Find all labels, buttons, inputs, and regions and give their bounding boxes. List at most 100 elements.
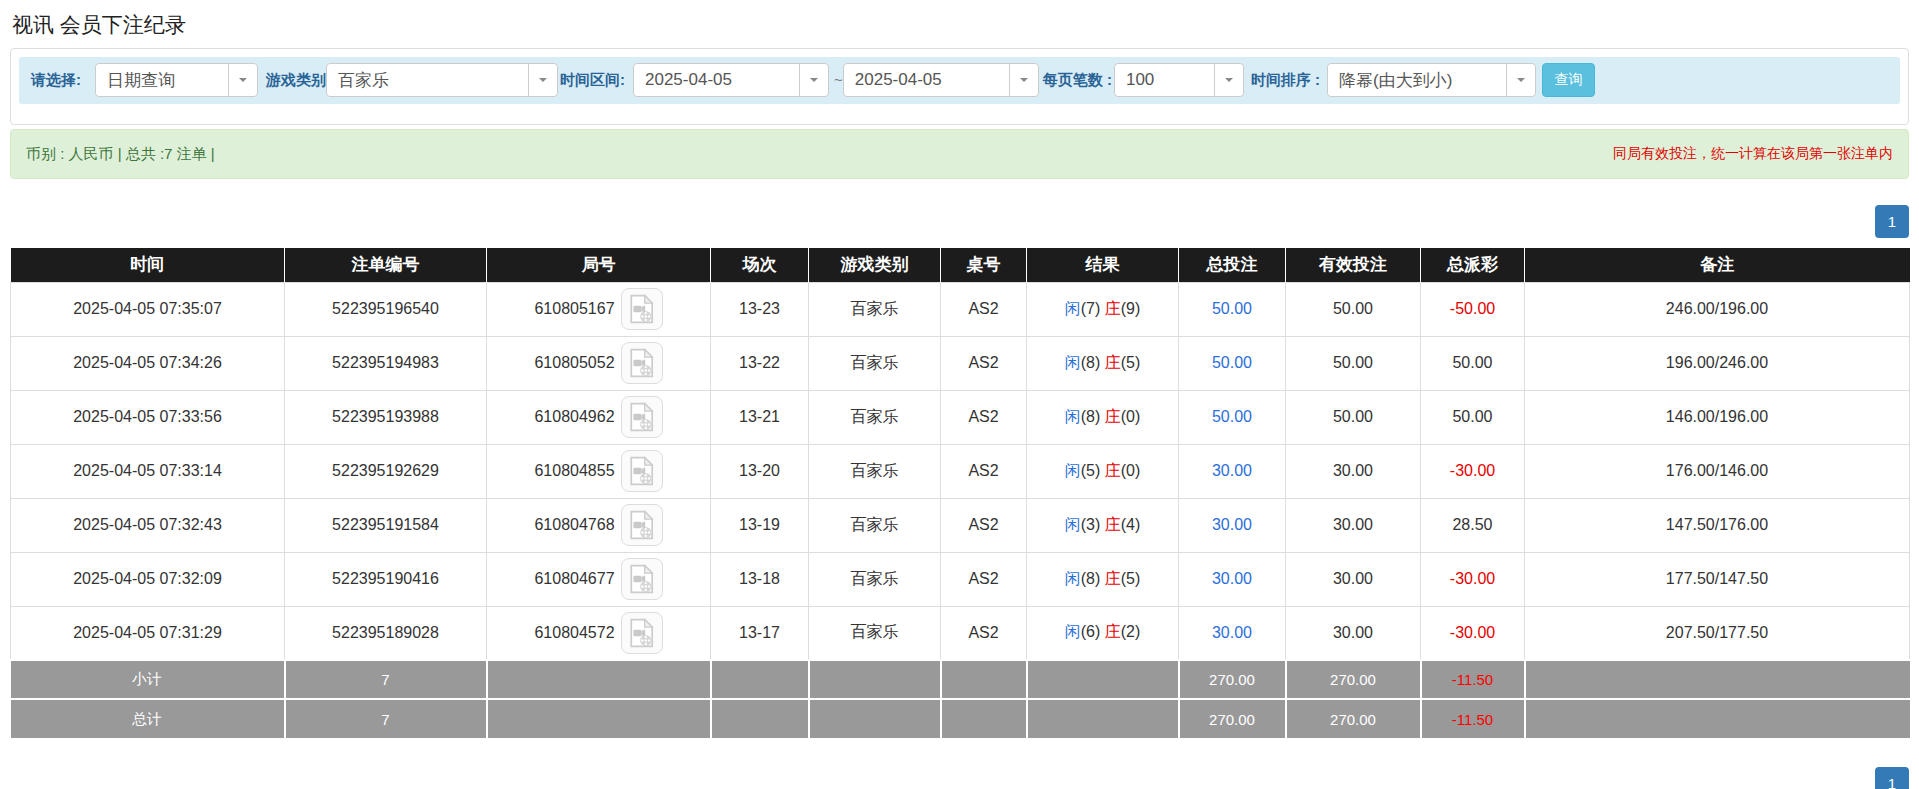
cell-round-id: 610804855 bbox=[487, 444, 711, 498]
date-from-select[interactable]: 2025-04-05 bbox=[633, 63, 829, 97]
cell-game-type: 百家乐 bbox=[809, 282, 941, 336]
result-player-label: 闲 bbox=[1065, 516, 1081, 533]
cell-table-no: AS2 bbox=[941, 498, 1027, 552]
cell-valid-bet: 30.00 bbox=[1286, 498, 1421, 552]
query-type-label: 请选择: bbox=[31, 63, 81, 97]
cell-result: 闲(8) 庄(0) bbox=[1027, 390, 1179, 444]
cell-valid-bet: 50.00 bbox=[1286, 336, 1421, 390]
cell-payout: -30.00 bbox=[1421, 606, 1525, 660]
cell-payout: -50.00 bbox=[1421, 282, 1525, 336]
cell-round-id: 610804962 bbox=[487, 390, 711, 444]
cell-payout: -30.00 bbox=[1421, 444, 1525, 498]
total-total-bet: 270.00 bbox=[1179, 699, 1286, 738]
result-player-label: 闲 bbox=[1065, 300, 1081, 317]
cell-remark: 146.00/196.00 bbox=[1525, 390, 1910, 444]
result-banker-label: 庄 bbox=[1105, 462, 1121, 479]
date-from-value: 2025-04-05 bbox=[634, 70, 799, 90]
search-button[interactable]: 查询 bbox=[1542, 63, 1595, 97]
subtotal-payout: -11.50 bbox=[1421, 660, 1525, 699]
video-file-icon bbox=[629, 294, 655, 324]
result-banker-label: 庄 bbox=[1105, 623, 1121, 640]
table-header-row: 时间 注单编号 局号 场次 游戏类别 桌号 结果 总投注 有效投注 总派彩 备注 bbox=[11, 248, 1910, 282]
result-banker-score: (0) bbox=[1121, 462, 1141, 479]
query-type-value: 日期查询 bbox=[96, 69, 228, 92]
cell-time: 2025-04-05 07:34:26 bbox=[11, 336, 285, 390]
result-player-score: (8) bbox=[1081, 408, 1101, 425]
video-file-icon bbox=[629, 510, 655, 540]
result-banker-score: (9) bbox=[1121, 300, 1141, 317]
video-replay-button[interactable] bbox=[621, 450, 663, 492]
sort-select[interactable]: 降幂(由大到小) bbox=[1327, 63, 1536, 97]
table-row: 2025-04-05 07:34:26 522395194983 6108050… bbox=[11, 336, 1910, 390]
page-title: 视讯 会员下注纪录 bbox=[10, 0, 1909, 48]
subtotal-row: 小计 7 270.00 270.00 -11.50 bbox=[11, 660, 1910, 699]
video-replay-button[interactable] bbox=[621, 558, 663, 600]
video-file-icon bbox=[629, 402, 655, 432]
game-type-select[interactable]: 百家乐 bbox=[326, 63, 558, 97]
cell-round-id: 610805052 bbox=[487, 336, 711, 390]
result-player-score: (8) bbox=[1081, 354, 1101, 371]
total-bet-link[interactable]: 50.00 bbox=[1212, 408, 1252, 425]
date-to-select[interactable]: 2025-04-05 bbox=[843, 63, 1039, 97]
cell-game-type: 百家乐 bbox=[809, 390, 941, 444]
cell-bet-id: 522395192629 bbox=[285, 444, 487, 498]
result-banker-label: 庄 bbox=[1105, 354, 1121, 371]
round-id-value: 610804572 bbox=[534, 624, 614, 642]
total-bet-link[interactable]: 30.00 bbox=[1212, 624, 1252, 641]
range-separator: ~ bbox=[834, 63, 843, 97]
cell-valid-bet: 50.00 bbox=[1286, 390, 1421, 444]
table-row: 2025-04-05 07:32:09 522395190416 6108046… bbox=[11, 552, 1910, 606]
chevron-down-icon bbox=[1506, 64, 1535, 96]
cell-bet-id: 522395190416 bbox=[285, 552, 487, 606]
result-player-score: (8) bbox=[1081, 570, 1101, 587]
result-player-label: 闲 bbox=[1065, 462, 1081, 479]
video-replay-button[interactable] bbox=[621, 342, 663, 384]
total-bet-link[interactable]: 30.00 bbox=[1212, 516, 1252, 533]
col-valid-bet: 有效投注 bbox=[1286, 248, 1421, 282]
page-button-1[interactable]: 1 bbox=[1875, 767, 1909, 789]
page-button-1[interactable]: 1 bbox=[1875, 205, 1909, 238]
table-row: 2025-04-05 07:32:43 522395191584 6108047… bbox=[11, 498, 1910, 552]
cell-payout: 50.00 bbox=[1421, 390, 1525, 444]
result-player-label: 闲 bbox=[1065, 408, 1081, 425]
col-game-type: 游戏类别 bbox=[809, 248, 941, 282]
total-bet-link[interactable]: 30.00 bbox=[1212, 570, 1252, 587]
cell-table-no: AS2 bbox=[941, 552, 1027, 606]
cell-remark: 147.50/176.00 bbox=[1525, 498, 1910, 552]
total-bet-link[interactable]: 50.00 bbox=[1212, 300, 1252, 317]
video-file-icon bbox=[629, 618, 655, 648]
query-type-select[interactable]: 日期查询 bbox=[95, 63, 258, 97]
game-type-value: 百家乐 bbox=[327, 69, 528, 92]
cell-game-type: 百家乐 bbox=[809, 552, 941, 606]
total-valid-bet: 270.00 bbox=[1286, 699, 1421, 738]
sort-value: 降幂(由大到小) bbox=[1328, 69, 1506, 92]
result-player-label: 闲 bbox=[1065, 354, 1081, 371]
result-player-score: (7) bbox=[1081, 300, 1101, 317]
round-id-value: 610804768 bbox=[534, 516, 614, 534]
cell-valid-bet: 30.00 bbox=[1286, 606, 1421, 660]
cell-table-no: AS2 bbox=[941, 336, 1027, 390]
result-banker-label: 庄 bbox=[1105, 300, 1121, 317]
result-banker-score: (4) bbox=[1121, 516, 1141, 533]
cell-bet-id: 522395191584 bbox=[285, 498, 487, 552]
video-replay-button[interactable] bbox=[621, 288, 663, 330]
video-replay-button[interactable] bbox=[621, 612, 663, 654]
cell-session: 13-18 bbox=[711, 552, 809, 606]
cell-payout: 50.00 bbox=[1421, 336, 1525, 390]
total-bet-link[interactable]: 50.00 bbox=[1212, 354, 1252, 371]
total-payout: -11.50 bbox=[1421, 699, 1525, 738]
date-range-label: 时间区间: bbox=[560, 63, 625, 97]
round-id-value: 610805167 bbox=[534, 300, 614, 318]
cell-total-bet: 30.00 bbox=[1179, 498, 1286, 552]
video-replay-button[interactable] bbox=[621, 396, 663, 438]
cell-table-no: AS2 bbox=[941, 444, 1027, 498]
cell-table-no: AS2 bbox=[941, 606, 1027, 660]
page-size-select[interactable]: 100 bbox=[1114, 63, 1244, 97]
summary-notice: 同局有效投注，统一计算在该局第一张注单内 bbox=[1613, 145, 1893, 163]
video-replay-button[interactable] bbox=[621, 504, 663, 546]
subtotal-count: 7 bbox=[285, 660, 487, 699]
cell-remark: 207.50/177.50 bbox=[1525, 606, 1910, 660]
total-bet-link[interactable]: 30.00 bbox=[1212, 462, 1252, 479]
cell-total-bet: 30.00 bbox=[1179, 606, 1286, 660]
cell-round-id: 610805167 bbox=[487, 282, 711, 336]
